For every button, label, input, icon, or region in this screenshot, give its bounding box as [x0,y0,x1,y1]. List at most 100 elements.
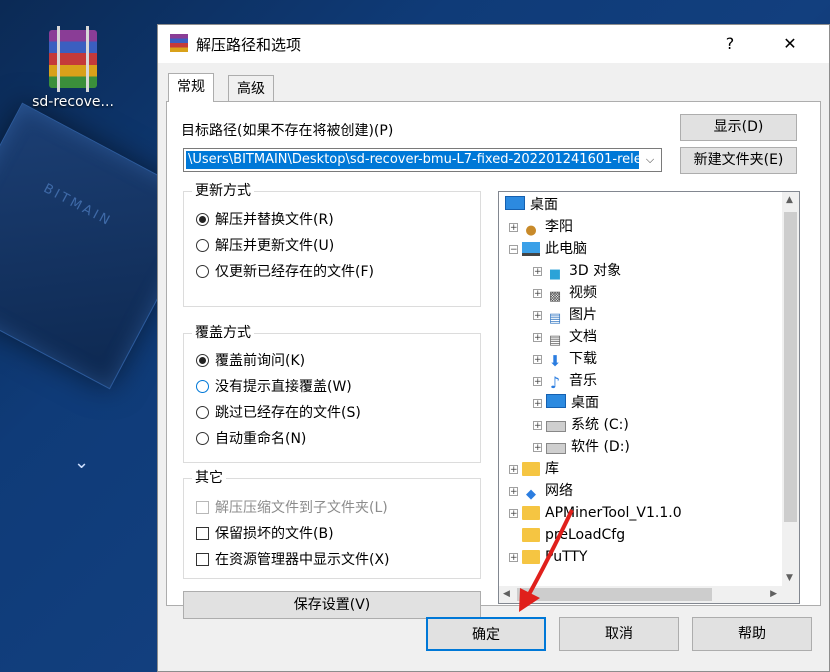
misc-title: 其它 [192,469,226,487]
tree-item-label: 图片 [569,307,597,323]
vertical-scroll-thumb[interactable] [784,212,797,522]
tree-item-documents[interactable]: + ▤ 文档 [533,326,597,348]
target-path-label: 目标路径(如果不存在将被创建)(P) [181,123,394,139]
expand-icon[interactable]: + [533,333,542,343]
expand-icon[interactable]: + [509,487,518,497]
vertical-scrollbar[interactable]: ▲ ▼ [782,192,799,586]
checkbox-label: 在资源管理器中显示文件(X) [215,552,390,568]
radio-overwrite-without-prompt[interactable]: 没有提示直接覆盖(W) [196,376,352,398]
radio-label: 跳过已经存在的文件(S) [215,405,361,421]
scroll-left-icon[interactable]: ◀ [503,589,510,599]
horizontal-scroll-thumb[interactable] [517,588,712,601]
checkbox-icon [196,553,209,566]
tree-item-apminertool[interactable]: + APMinerTool_V1.1.0 [509,502,682,524]
user-icon: ● [525,223,537,238]
radio-skip-existing[interactable]: 跳过已经存在的文件(S) [196,402,361,424]
folder-tree[interactable]: 桌面 + ● 李阳 − 此电脑 + ■ 3D 对象 + ▩ 视频 + ▤ 图片 + ▤ 文档 + ⬇ 下载… [498,191,800,604]
tree-item-drive-d[interactable]: + 软件 (D:) [533,436,630,458]
expand-icon[interactable]: + [533,355,542,365]
expand-icon[interactable]: + [533,399,542,409]
tree-item-label: 3D 对象 [569,263,622,279]
tree-item-label: 李阳 [545,219,573,235]
desktop-archive-file[interactable]: sd-recove... [18,26,128,110]
checkbox-extract-to-subfolder[interactable]: 解压压缩文件到子文件夹(L) [196,497,388,519]
tree-item-label: 系统 (C:) [571,417,629,433]
tree-item-this-pc[interactable]: − 此电脑 [509,238,587,260]
tree-item-label: 软件 (D:) [571,439,630,455]
radio-update-existing[interactable]: 仅更新已经存在的文件(F) [196,261,374,283]
tree-item-music[interactable]: + ♪ 音乐 [533,370,597,392]
radio-icon [196,265,209,278]
close-button[interactable]: ✕ [770,31,810,57]
help-title-button[interactable]: ? [710,31,750,57]
extract-options-dialog: 解压路径和选项 ? ✕ 常规 高级 目标路径(如果不存在将被创建)(P) 显示(… [157,24,830,672]
expand-icon[interactable]: + [509,509,518,519]
radio-auto-rename[interactable]: 自动重命名(N) [196,428,306,450]
tree-item-network[interactable]: + ◆ 网络 [509,480,573,502]
radio-extract-replace[interactable]: 解压并替换文件(R) [196,209,334,231]
radio-icon [196,380,209,393]
scroll-up-icon[interactable]: ▲ [786,195,793,205]
tree-item-videos[interactable]: + ▩ 视频 [533,282,597,304]
tab-panel-general: 目标路径(如果不存在将被创建)(P) 显示(D) \Users\BITMAIN\… [166,101,821,619]
checkbox-keep-broken-files[interactable]: 保留损坏的文件(B) [196,523,334,545]
checkbox-show-in-explorer[interactable]: 在资源管理器中显示文件(X) [196,549,390,571]
collapse-icon[interactable]: − [509,245,518,255]
tree-item-label: 桌面 [530,197,558,213]
drive-c-icon [546,421,566,432]
desktop-icon [505,196,525,210]
tree-item-preloadcfg[interactable]: +preLoadCfg [509,524,625,546]
radio-label: 解压并替换文件(R) [215,212,334,228]
tree-item-libraries[interactable]: + 库 [509,458,559,480]
tree-item-drive-c[interactable]: + 系统 (C:) [533,414,629,436]
expand-icon[interactable]: + [533,443,542,453]
expand-icon[interactable]: + [509,465,518,475]
expand-icon[interactable]: + [533,267,542,277]
checkbox-label: 解压压缩文件到子文件夹(L) [215,500,388,516]
ok-button[interactable]: 确定 [426,617,546,651]
network-icon: ◆ [526,487,536,502]
radio-label: 没有提示直接覆盖(W) [215,379,352,395]
expand-icon[interactable]: + [533,377,542,387]
expand-icon[interactable]: + [533,421,542,431]
chevron-down-icon[interactable]: ⌵ [639,149,661,171]
overwrite-mode-title: 覆盖方式 [192,324,254,342]
desktop-file-label: sd-recove... [32,94,114,110]
scroll-right-icon[interactable]: ▶ [770,589,777,599]
tab-general[interactable]: 常规 [168,73,214,102]
tree-item-user[interactable]: + ● 李阳 [509,216,573,238]
scroll-down-icon[interactable]: ▼ [786,573,793,583]
new-folder-button[interactable]: 新建文件夹(E) [680,147,797,174]
radio-icon [196,406,209,419]
radio-icon [196,432,209,445]
expand-icon[interactable]: + [509,223,518,233]
tab-advanced[interactable]: 高级 [228,75,274,101]
folder-icon [522,506,540,520]
tree-item-desktop[interactable]: 桌面 [505,194,558,216]
radio-selected-icon [196,354,209,367]
documents-icon: ▤ [548,333,562,348]
tree-item-label: PuTTY [545,549,588,565]
target-path-combobox[interactable]: \Users\BITMAIN\Desktop\sd-recover-bmu-L7… [183,148,662,172]
cancel-button[interactable]: 取消 [559,617,679,651]
winrar-archive-icon [49,26,97,92]
tree-item-putty[interactable]: + PuTTY [509,546,587,568]
radio-ask-before-overwrite[interactable]: 覆盖前询问(K) [196,350,305,372]
download-icon: ⬇ [548,352,562,370]
horizontal-scrollbar[interactable]: ◀ ▶ [499,586,799,603]
tree-item-3d-objects[interactable]: + ■ 3D 对象 [533,260,621,282]
video-icon: ▩ [548,289,562,304]
tree-item-downloads[interactable]: + ⬇ 下载 [533,348,597,370]
expand-icon[interactable]: + [533,289,542,299]
show-button[interactable]: 显示(D) [680,114,797,141]
save-settings-button[interactable]: 保存设置(V) [183,591,481,619]
checkbox-icon [196,527,209,540]
expand-icon[interactable]: + [533,311,542,321]
dialog-title: 解压路径和选项 [196,36,302,54]
tree-item-pc-desktop[interactable]: + 桌面 [533,392,599,414]
tree-item-pictures[interactable]: + ▤ 图片 [533,304,597,326]
help-button[interactable]: 帮助 [692,617,812,651]
library-icon [522,462,540,476]
expand-icon[interactable]: + [509,553,518,563]
radio-extract-update[interactable]: 解压并更新文件(U) [196,235,334,257]
